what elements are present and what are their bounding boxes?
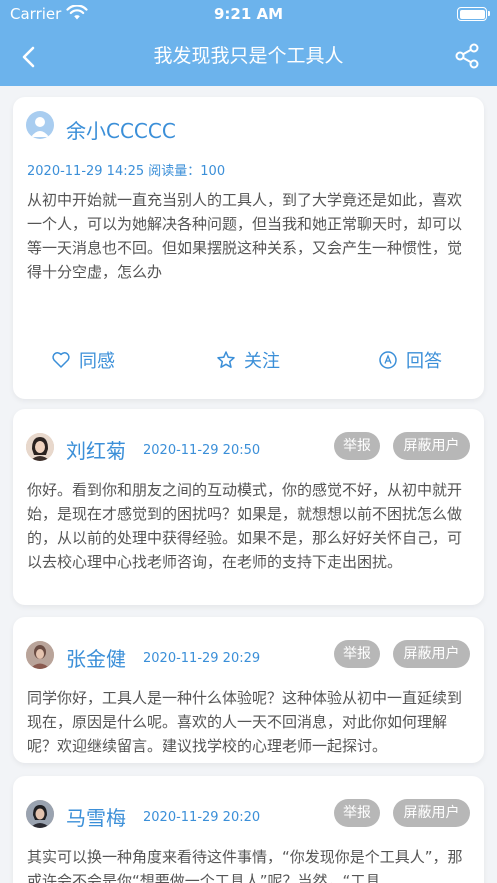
question-actions: 同感 关注 回答 — [13, 345, 484, 375]
heart-icon — [52, 352, 70, 368]
status-bar: Carrier 9:21 AM — [0, 0, 497, 30]
avatar[interactable] — [26, 433, 54, 461]
answer-time: 2020-11-29 20:29 — [143, 651, 261, 666]
answer-card: 张金健 2020-11-29 20:29 举报 屏蔽用户 同学你好，工具人是一种… — [13, 617, 484, 763]
app-header: Carrier 9:21 AM 我发现我只是个工具人 — [0, 0, 497, 86]
answer-body: 其实可以换一种角度来看待这件事情，“你发现你是个工具人”，那或许会不会是你“想要… — [27, 848, 463, 883]
agree-label: 同感 — [79, 351, 115, 372]
avatar[interactable] — [26, 111, 54, 139]
answer-author[interactable]: 张金健 — [66, 643, 126, 672]
question-card: 余小CCCCC 2020-11-29 14:25 阅读量：100 从初中开始就一… — [13, 97, 484, 399]
battery-icon — [457, 7, 490, 21]
answer-label: 回答 — [406, 351, 442, 372]
block-user-button[interactable]: 屏蔽用户 — [393, 432, 470, 460]
answer-card: 刘红菊 2020-11-29 20:50 举报 屏蔽用户 你好。看到你和朋友之间… — [13, 409, 484, 605]
answer-time: 2020-11-29 20:20 — [143, 810, 261, 825]
page-title: 我发现我只是个工具人 — [153, 45, 344, 67]
avatar[interactable] — [26, 800, 54, 828]
user-photo-icon — [26, 800, 54, 828]
answer-author[interactable]: 刘红菊 — [66, 435, 126, 464]
report-button[interactable]: 举报 — [334, 432, 380, 460]
answer-body: 同学你好，工具人是一种什么体验呢？这种体验从初中一直延续到现在，原因是什么呢。喜… — [27, 689, 463, 755]
answer-author[interactable]: 马雪梅 — [66, 802, 126, 831]
report-button[interactable]: 举报 — [334, 799, 380, 827]
user-photo-icon — [26, 433, 54, 461]
question-meta: 2020-11-29 14:25 阅读量：100 — [27, 164, 226, 179]
avatar[interactable] — [26, 641, 54, 669]
answer-card: 马雪梅 2020-11-29 20:20 举报 屏蔽用户 其实可以换一种角度来看… — [13, 776, 484, 883]
answer-body: 你好。看到你和朋友之间的互动模式，你的感觉不好，从初中就开始，是现在才感觉到的困… — [27, 481, 463, 571]
agree-button[interactable]: 同感 — [51, 345, 115, 375]
answer-time: 2020-11-29 20:50 — [143, 443, 261, 458]
report-button[interactable]: 举报 — [334, 640, 380, 668]
back-arrow-icon[interactable] — [14, 42, 44, 72]
answer-icon — [379, 351, 397, 369]
answer-button[interactable]: 回答 — [378, 345, 442, 375]
question-body: 从初中开始就一直充当别人的工具人，到了大学竟还是如此，喜欢一个人，可以为她解决各… — [27, 191, 463, 281]
user-avatar-icon — [31, 117, 49, 137]
question-author[interactable]: 余小CCCCC — [66, 115, 176, 144]
block-user-button[interactable]: 屏蔽用户 — [393, 640, 470, 668]
star-icon — [217, 351, 235, 368]
clock: 9:21 AM — [213, 5, 284, 23]
user-photo-icon — [26, 641, 54, 669]
block-user-button[interactable]: 屏蔽用户 — [393, 799, 470, 827]
follow-label: 关注 — [244, 351, 280, 372]
share-icon[interactable] — [453, 42, 481, 70]
follow-button[interactable]: 关注 — [216, 345, 280, 375]
